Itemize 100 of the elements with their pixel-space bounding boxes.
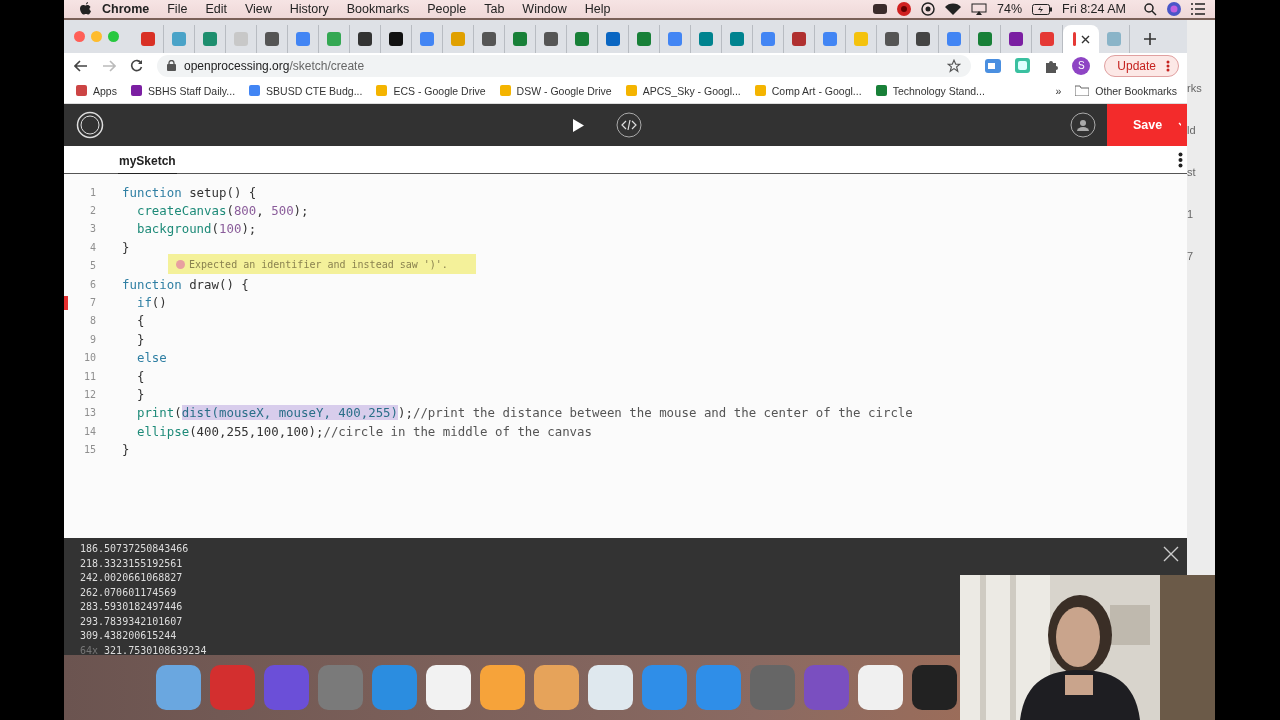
line-number: 5	[88, 260, 96, 272]
line-number: 12	[82, 389, 96, 400]
address-bar[interactable]: openprocessing.org/sketch/create	[157, 54, 972, 77]
target-icon[interactable]	[921, 2, 936, 16]
bookmark-link[interactable]: Apps	[76, 84, 117, 97]
menu-item[interactable]: View	[244, 2, 272, 16]
line-number: 2	[88, 205, 96, 217]
search-icon[interactable]	[1144, 2, 1157, 16]
line-number: 4	[88, 241, 96, 253]
error-icon	[176, 259, 185, 269]
kebab-icon	[1166, 59, 1170, 72]
list-icon[interactable]	[1191, 3, 1205, 15]
console-output: 242.0020661068827	[80, 572, 183, 585]
siri-icon[interactable]	[1167, 2, 1181, 16]
reload-icon[interactable]	[130, 59, 143, 72]
code-icon[interactable]	[616, 112, 642, 138]
console-output: 309.438200615244	[80, 630, 177, 643]
app-icon[interactable]	[858, 665, 903, 710]
line-number: 6	[88, 278, 96, 290]
more-bookmarks[interactable]: »	[1055, 84, 1062, 97]
menu-item[interactable]: Bookmarks	[346, 2, 410, 16]
battery-icon[interactable]	[1032, 3, 1053, 15]
line-number: 10	[82, 352, 96, 364]
menu-item[interactable]: Edit	[205, 2, 227, 16]
url-text: openprocessing.org/sketch/create	[184, 58, 365, 73]
console-output: 262.070601174569	[80, 586, 177, 600]
background-window-text: rks	[1187, 82, 1202, 94]
menu-item[interactable]: Window	[522, 2, 567, 16]
lock-icon	[167, 60, 176, 71]
console-output: 293.7839342101607	[80, 615, 183, 629]
menu-item[interactable]: History	[289, 2, 329, 16]
code-line: background(100);	[135, 221, 257, 237]
close-window-dot[interactable]	[74, 31, 85, 42]
zoom-window-dot[interactable]	[108, 31, 119, 42]
menu-item[interactable]: Help	[584, 2, 611, 16]
bookmark-link[interactable]: SBHS Staff Daily...	[130, 84, 236, 97]
error-message: Expected an identifier and instead saw ')'.	[189, 258, 448, 270]
update-button[interactable]: Update	[1104, 54, 1179, 77]
airplay-icon[interactable]	[971, 3, 988, 15]
code-line: }	[135, 387, 145, 402]
menu-clock: Fri 8:24 AM	[1062, 2, 1126, 16]
code-line: }	[135, 331, 145, 347]
app-icon[interactable]	[480, 665, 525, 710]
menu-item[interactable]: Tab	[484, 2, 505, 16]
line-number: 14	[82, 425, 96, 437]
code-line: if()	[135, 295, 167, 311]
bookmark-link[interactable]: DSW - Google Drive	[499, 84, 612, 97]
other-bookmarks-link[interactable]: Other Bookmarks	[1075, 84, 1177, 97]
menu-item[interactable]: People	[427, 2, 467, 16]
back-icon[interactable]	[74, 59, 88, 72]
background-window-text: st	[1187, 166, 1196, 178]
new-tab-icon[interactable]	[1144, 33, 1156, 45]
line-number: 9	[88, 333, 96, 345]
apple-icon[interactable]	[80, 2, 92, 16]
code-line: ellipse(400,255,100,100);//circle in the middle of the canvas	[135, 423, 592, 439]
camera-icon[interactable]	[873, 3, 888, 15]
star-icon[interactable]	[947, 58, 962, 73]
code-line: {	[135, 313, 145, 329]
folder-icon	[1075, 85, 1090, 96]
bookmark-link[interactable]: Comp Art - Googl...	[754, 84, 862, 97]
line-number: 15	[82, 444, 96, 456]
app-icon[interactable]	[912, 665, 957, 710]
bookmark-link[interactable]: Technology Stand...	[875, 84, 985, 97]
line-number: 1	[88, 186, 96, 198]
app-menu[interactable]: Chrome	[102, 2, 150, 16]
console-output: 186.50737250843466	[80, 543, 189, 556]
code-line: else	[135, 350, 167, 366]
line-number: 11	[82, 370, 96, 382]
code-line: function draw() {	[122, 276, 249, 292]
app-icon[interactable]	[156, 665, 201, 710]
record-icon[interactable]	[897, 2, 912, 16]
play-icon[interactable]	[572, 118, 584, 132]
user-icon[interactable]	[1070, 112, 1096, 138]
app-icon[interactable]	[426, 665, 471, 710]
battery-percent: 74%	[997, 2, 1023, 16]
app-icon[interactable]	[534, 665, 579, 710]
background-window-text: 1	[1187, 208, 1194, 220]
profile-avatar[interactable]: S	[1072, 56, 1091, 75]
puzzle-icon[interactable]	[1044, 58, 1059, 73]
logo-icon[interactable]	[76, 111, 104, 139]
bookmark-link[interactable]: SBUSD CTE Budg...	[249, 84, 363, 97]
background-window-text: ld	[1187, 124, 1196, 136]
wifi-icon[interactable]	[945, 3, 962, 15]
save-button[interactable]: Save	[1107, 104, 1187, 146]
background-window-text: 7	[1187, 250, 1194, 262]
code-line: {	[135, 368, 145, 384]
code-line: }	[122, 239, 130, 255]
menu-item[interactable]: File	[167, 2, 188, 16]
bookmark-link[interactable]: APCS_Sky - Googl...	[625, 84, 741, 97]
line-number: 3	[88, 223, 96, 235]
console-output: 283.5930182497446	[80, 601, 183, 614]
line-number: 8	[88, 315, 96, 327]
close-icon[interactable]	[1080, 34, 1090, 44]
app-icon[interactable]	[588, 665, 633, 710]
video-call-icon[interactable]	[985, 58, 1002, 73]
kebab-icon[interactable]	[1178, 151, 1183, 168]
code-line: }	[122, 442, 130, 458]
minimize-window-dot[interactable]	[91, 31, 102, 42]
code-line: function setup() {	[122, 184, 257, 200]
bookmark-link[interactable]: ECS - Google Drive	[376, 84, 486, 97]
